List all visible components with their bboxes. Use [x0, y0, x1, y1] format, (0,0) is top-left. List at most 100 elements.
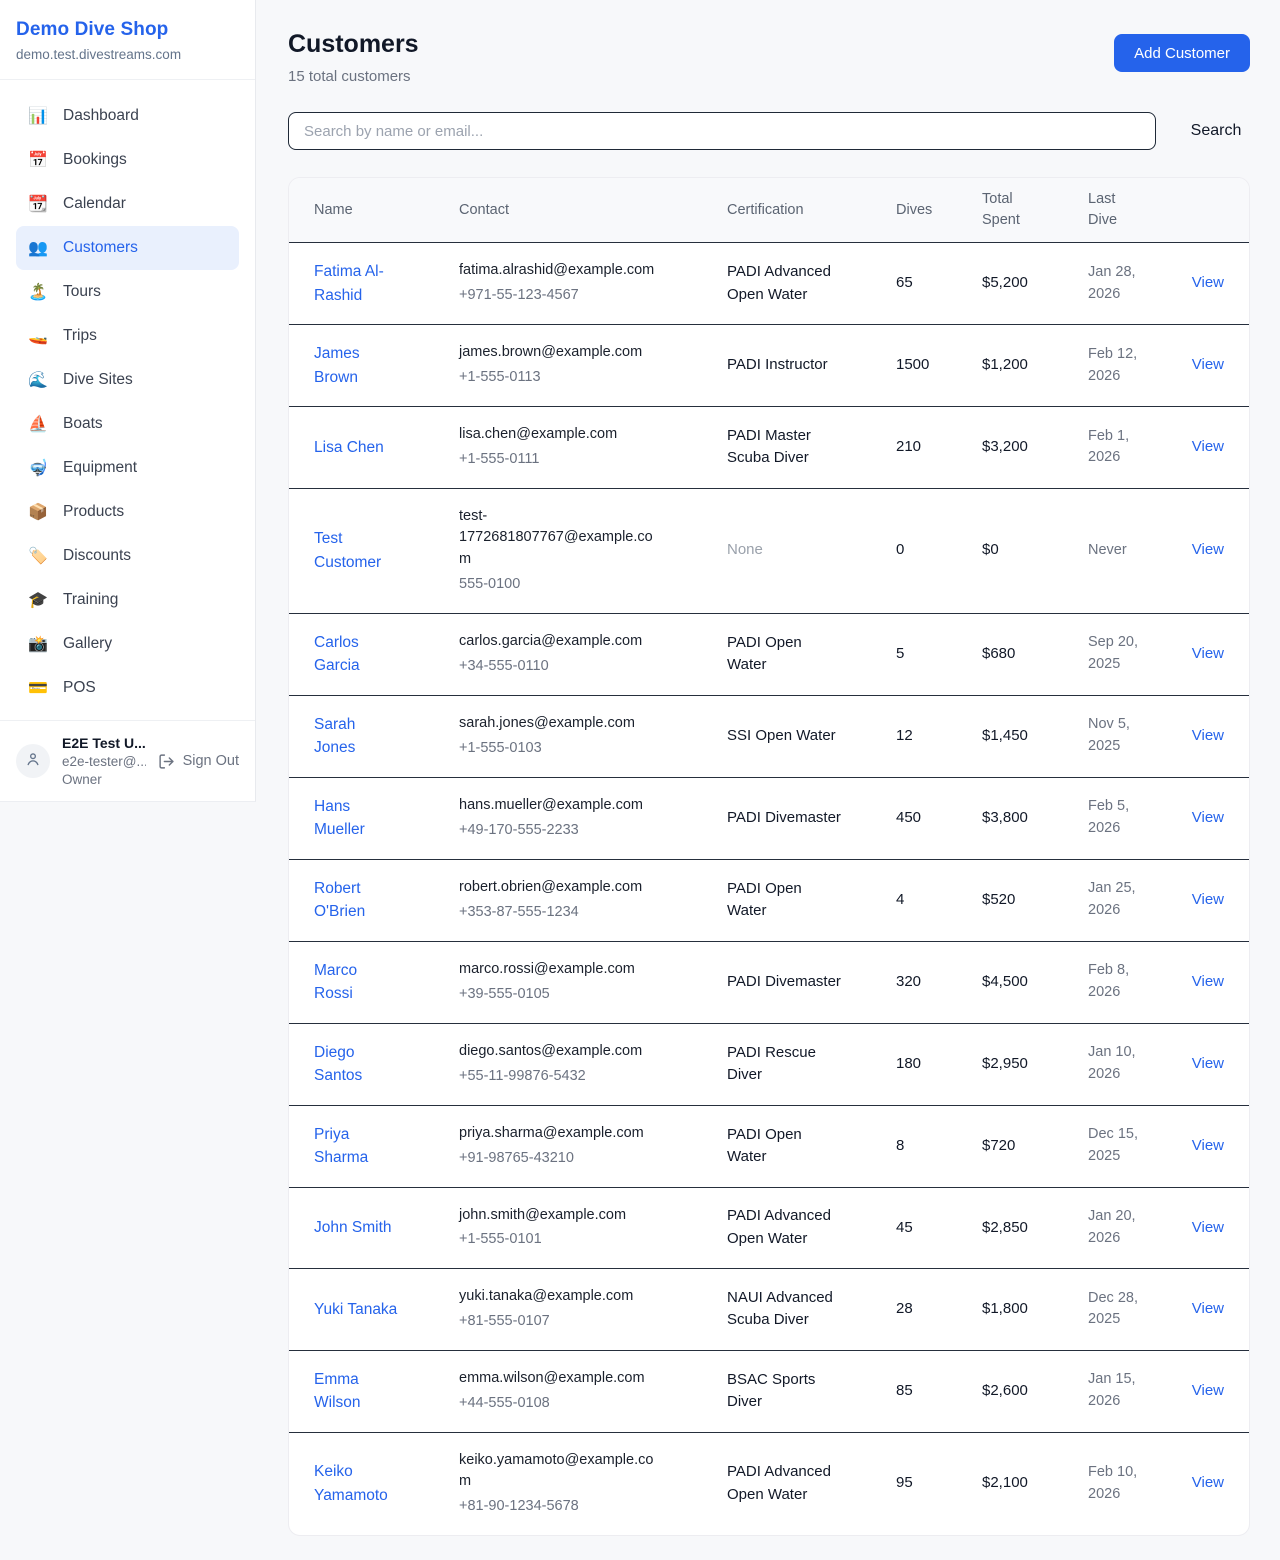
sidebar-item-trips[interactable]: 🚤 Trips	[16, 314, 239, 358]
customer-email: fatima.alrashid@example.com	[459, 260, 662, 282]
sidebar-item-pos[interactable]: 💳 POS	[16, 666, 239, 710]
customer-certification: PADI Divemaster	[702, 777, 871, 859]
view-link[interactable]: View	[1192, 1219, 1224, 1236]
sidebar-item-gallery[interactable]: 📸 Gallery	[16, 622, 239, 666]
customer-dives: 180	[871, 1023, 957, 1105]
table-header: Name Contact Certification Dives Total S…	[289, 178, 1249, 243]
view-link[interactable]: View	[1192, 356, 1224, 373]
customers-table: Name Contact Certification Dives Total S…	[289, 178, 1249, 1535]
customer-phone: +1-555-0113	[459, 367, 662, 389]
customer-name-link[interactable]: Yuki Tanaka	[314, 1301, 397, 1318]
customer-name-link[interactable]: Marco Rossi	[314, 962, 357, 1003]
customer-last-dive: Jan 10, 2026	[1063, 1023, 1158, 1105]
user-info: E2E Test U... e2e-tester@... Owner	[62, 735, 146, 787]
customer-table-body: Fatima Al-Rashid fatima.alrashid@example…	[289, 243, 1249, 1535]
customer-certification: PADI Advanced Open Water	[702, 1187, 871, 1269]
view-link[interactable]: View	[1192, 438, 1224, 455]
sidebar-item-equipment[interactable]: 🤿 Equipment	[16, 446, 239, 490]
customer-last-dive: Feb 10, 2026	[1063, 1432, 1158, 1535]
table-row: Emma Wilson emma.wilson@example.com +44-…	[289, 1350, 1249, 1432]
nav-icon: 📦	[28, 502, 48, 522]
customer-total-spent: $5,200	[957, 243, 1063, 325]
table-row: Hans Mueller hans.mueller@example.com +4…	[289, 777, 1249, 859]
sidebar-item-training[interactable]: 🎓 Training	[16, 578, 239, 622]
sidebar-header: Demo Dive Shop demo.test.divestreams.com	[0, 0, 255, 80]
customer-certification: PADI Advanced Open Water	[702, 1432, 871, 1535]
view-link[interactable]: View	[1192, 1300, 1224, 1317]
customer-name-link[interactable]: James Brown	[314, 345, 360, 386]
nav-icon: 📊	[28, 106, 48, 126]
sidebar-item-discounts[interactable]: 🏷️ Discounts	[16, 534, 239, 578]
sidebar-item-dashboard[interactable]: 📊 Dashboard	[16, 94, 239, 138]
customer-total-spent: $3,200	[957, 407, 1063, 489]
customer-total-spent: $720	[957, 1105, 1063, 1187]
customer-name-link[interactable]: Robert O'Brien	[314, 880, 365, 921]
customer-name-link[interactable]: Lisa Chen	[314, 439, 384, 456]
customer-name-link[interactable]: Hans Mueller	[314, 798, 365, 839]
view-link[interactable]: View	[1192, 727, 1224, 744]
customer-name-link[interactable]: Fatima Al-Rashid	[314, 263, 384, 304]
customer-total-spent: $0	[957, 488, 1063, 613]
view-link[interactable]: View	[1192, 645, 1224, 662]
customer-name-link[interactable]: John Smith	[314, 1219, 392, 1236]
view-link[interactable]: View	[1192, 541, 1224, 558]
nav-icon: 📸	[28, 634, 48, 654]
sign-out-button[interactable]: Sign Out	[158, 753, 239, 770]
search-button[interactable]: Search	[1182, 122, 1250, 140]
view-link[interactable]: View	[1192, 274, 1224, 291]
customer-dives: 4	[871, 859, 957, 941]
page-title: Customers	[288, 30, 419, 59]
col-header-actions	[1158, 178, 1249, 243]
customer-total-spent: $520	[957, 859, 1063, 941]
customer-certification: PADI Instructor	[702, 325, 871, 407]
add-customer-button[interactable]: Add Customer	[1114, 34, 1250, 72]
sidebar-item-calendar[interactable]: 📆 Calendar	[16, 182, 239, 226]
customer-last-dive: Sep 20, 2025	[1063, 613, 1158, 695]
customer-name-link[interactable]: Test Customer	[314, 530, 381, 571]
sign-out-label: Sign Out	[183, 753, 239, 769]
customer-name-link[interactable]: Sarah Jones	[314, 716, 355, 757]
customer-last-dive: Feb 5, 2026	[1063, 777, 1158, 859]
col-header-total-spent: Total Spent	[957, 178, 1063, 243]
customer-count: 15 total customers	[288, 68, 419, 85]
search-input[interactable]	[288, 112, 1156, 150]
customer-dives: 450	[871, 777, 957, 859]
sidebar-item-bookings[interactable]: 📅 Bookings	[16, 138, 239, 182]
customer-name-link[interactable]: Emma Wilson	[314, 1371, 361, 1412]
nav-icon: 💳	[28, 678, 48, 698]
view-link[interactable]: View	[1192, 809, 1224, 826]
sidebar-item-customers[interactable]: 👥 Customers	[16, 226, 239, 270]
sidebar-item-label: Dive Sites	[63, 371, 133, 389]
sidebar: Demo Dive Shop demo.test.divestreams.com…	[0, 0, 256, 802]
customer-total-spent: $2,600	[957, 1350, 1063, 1432]
customer-email: lisa.chen@example.com	[459, 424, 662, 446]
sidebar-item-tours[interactable]: 🏝️ Tours	[16, 270, 239, 314]
view-link[interactable]: View	[1192, 891, 1224, 908]
sidebar-item-label: POS	[63, 679, 96, 697]
customer-name-link[interactable]: Keiko Yamamoto	[314, 1463, 388, 1504]
nav-icon: 👥	[28, 238, 48, 258]
customer-name-link[interactable]: Carlos Garcia	[314, 634, 360, 675]
table-row: Carlos Garcia carlos.garcia@example.com …	[289, 613, 1249, 695]
view-link[interactable]: View	[1192, 973, 1224, 990]
customer-dives: 210	[871, 407, 957, 489]
customer-phone: +44-555-0108	[459, 1393, 662, 1415]
customer-dives: 95	[871, 1432, 957, 1535]
customer-certification: PADI Rescue Diver	[702, 1023, 871, 1105]
customer-email: james.brown@example.com	[459, 342, 662, 364]
nav-icon: 🏷️	[28, 546, 48, 566]
view-link[interactable]: View	[1192, 1382, 1224, 1399]
customer-email: hans.mueller@example.com	[459, 795, 662, 817]
customer-name-link[interactable]: Priya Sharma	[314, 1126, 368, 1167]
sidebar-item-dive-sites[interactable]: 🌊 Dive Sites	[16, 358, 239, 402]
sidebar-item-label: Calendar	[63, 195, 126, 213]
user-icon	[24, 750, 42, 773]
sidebar-item-boats[interactable]: ⛵ Boats	[16, 402, 239, 446]
view-link[interactable]: View	[1192, 1474, 1224, 1491]
sidebar-item-products[interactable]: 📦 Products	[16, 490, 239, 534]
customer-certification: SSI Open Water	[702, 695, 871, 777]
customer-name-link[interactable]: Diego Santos	[314, 1044, 362, 1085]
view-link[interactable]: View	[1192, 1055, 1224, 1072]
user-section: E2E Test U... e2e-tester@... Owner Sign …	[0, 720, 255, 801]
view-link[interactable]: View	[1192, 1137, 1224, 1154]
